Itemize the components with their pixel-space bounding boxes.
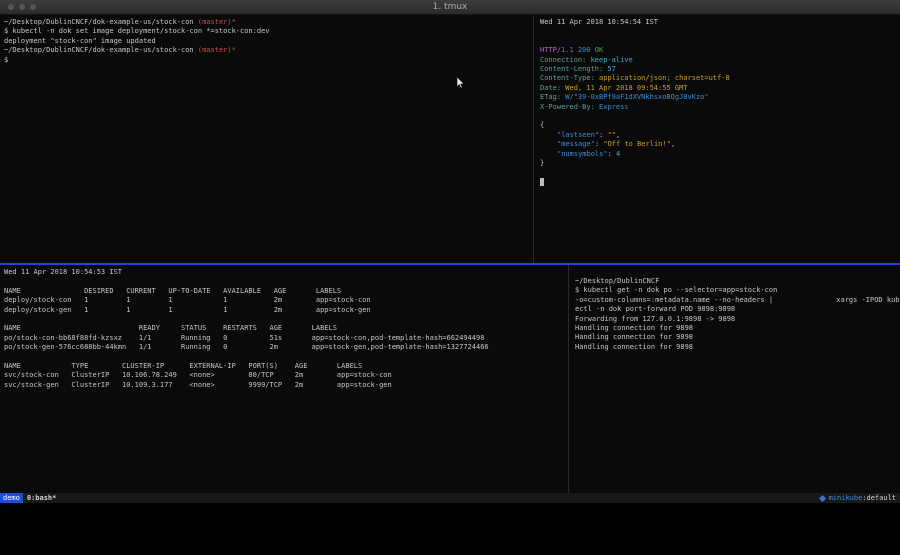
http-header-line: Connection: keep-alive: [540, 56, 900, 65]
json-open-brace: {: [540, 121, 900, 130]
header-key: ETag:: [540, 93, 561, 101]
terminal-line: po/stock-con-bb68f88fd-kzsxz 1/1 Running…: [4, 334, 568, 343]
json-field-line: "message": "Off to Berlin!",: [540, 140, 900, 149]
http-header-line: Content-Length: 57: [540, 65, 900, 74]
kube-namespace: :default: [862, 493, 896, 503]
window-title: 1. tmux: [0, 2, 900, 12]
terminal-line: NAME DESIRED CURRENT UP-TO-DATE AVAILABL…: [4, 287, 568, 296]
git-dirty-star: *: [232, 18, 236, 26]
window-titlebar[interactable]: 1. tmux: [0, 0, 900, 15]
session-name-badge[interactable]: demo: [0, 493, 23, 503]
http-status-reason: OK: [591, 46, 604, 54]
kube-context: minikube: [829, 493, 863, 503]
pane-bottom-right[interactable]: ~/Desktop/DublinCNCF$ kubectl get -n dok…: [571, 265, 900, 493]
status-right: minikube :default: [820, 493, 900, 503]
terminal-line: [4, 315, 568, 324]
prompt-path: ~/Desktop/DublinCNCF/dok-example-us/stoc…: [4, 18, 194, 26]
json-field-line: "lastseen": "",: [540, 131, 900, 140]
terminal-line: Handling connection for 9898: [575, 324, 900, 333]
terminal-line: NAME TYPE CLUSTER-IP EXTERNAL-IP PORT(S)…: [4, 362, 568, 371]
screenshot-root: { "window": { "title": "1. tmux", "traff…: [0, 0, 900, 555]
json-key: "numsymbols": [557, 150, 608, 158]
terminal-line: NAME READY STATUS RESTARTS AGE LABELS: [4, 324, 568, 333]
blank-line: [540, 112, 900, 121]
http-version: 1.1: [561, 46, 574, 54]
git-dirty-star: *: [232, 46, 236, 54]
header-value: Express: [595, 103, 629, 111]
terminal-cursor: [540, 178, 544, 186]
timestamp-line: Wed 11 Apr 2018 10:54:54 IST: [540, 18, 900, 27]
command-line: $ kubectl -n dok set image deployment/st…: [4, 27, 533, 36]
header-key: Connection:: [540, 56, 586, 64]
json-comma: ,: [671, 140, 675, 148]
window-list-item[interactable]: 0:bash*: [23, 493, 57, 503]
prompt-symbol: $: [4, 56, 533, 65]
json-value: 4: [616, 150, 620, 158]
header-value: W/"39-0xBPf9aF1dXVNkhsxoBQgJ8vKzo": [561, 93, 709, 101]
json-comma: ,: [616, 131, 620, 139]
kubectl-get-output: NAME DESIRED CURRENT UP-TO-DATE AVAILABL…: [4, 287, 568, 390]
terminal-line: po/stock-gen-576cc688bb-44kmn 1/1 Runnin…: [4, 343, 568, 352]
git-branch: (master): [194, 46, 232, 54]
http-header-line: X-Powered-By: Express: [540, 103, 900, 112]
terminal-line: Handling connection for 9898: [575, 343, 900, 352]
json-close-brace: }: [540, 159, 900, 168]
header-key: Date:: [540, 84, 561, 92]
shell-prompt-line: ~/Desktop/DublinCNCF/dok-example-us/stoc…: [4, 18, 533, 27]
http-header-line: Date: Wed, 11 Apr 2018 09:54:55 GMT: [540, 84, 900, 93]
mouse-pointer-icon: [456, 77, 465, 89]
header-value: Wed, 11 Apr 2018 09:54:55 GMT: [561, 84, 687, 92]
pane-bottom-left[interactable]: Wed 11 Apr 2018 10:54:53 IST NAME DESIRE…: [0, 265, 568, 493]
status-left: demo 0:bash*: [0, 493, 56, 503]
pane-divider-horizontal[interactable]: [0, 263, 900, 265]
terminal-line: deploy/stock-con 1 1 1 1 2m app=stock-co…: [4, 296, 568, 305]
http-status-code: 200: [574, 46, 591, 54]
blank-line: [4, 277, 568, 286]
terminal-line: Forwarding from 127.0.0.1:9898 -> 9898: [575, 315, 900, 324]
git-branch: (master): [194, 18, 232, 26]
http-header-line: ETag: W/"39-0xBPf9aF1dXVNkhsxoBQgJ8vKzo": [540, 93, 900, 102]
kubernetes-icon: [819, 494, 826, 501]
command-output: deployment "stock-con" image updated: [4, 37, 533, 46]
blank-line: [540, 27, 900, 36]
pane-divider-vertical-bottom[interactable]: [568, 265, 569, 493]
header-key: Content-Length:: [540, 65, 603, 73]
json-separator: :: [608, 150, 616, 158]
terminal-line: deploy/stock-gen 1 1 1 1 2m app=stock-ge…: [4, 306, 568, 315]
header-key: X-Powered-By:: [540, 103, 595, 111]
http-proto: HTTP/: [540, 46, 561, 54]
json-key: "lastseen": [557, 131, 599, 139]
terminal-line: -o=custom-columns=:metadata.name --no-he…: [575, 296, 900, 305]
terminal-line: svc/stock-con ClusterIP 10.106.78.249 <n…: [4, 371, 568, 380]
prompt-path: ~/Desktop/DublinCNCF/dok-example-us/stoc…: [4, 46, 194, 54]
header-value: keep-alive: [586, 56, 632, 64]
http-status-line: HTTP/1.1 200 OK: [540, 46, 900, 55]
json-field-line: "numsymbols": 4: [540, 150, 900, 159]
json-value: "Off to Berlin!": [603, 140, 670, 148]
terminal-line: ~/Desktop/DublinCNCF: [575, 277, 900, 286]
pane-top-right[interactable]: Wed 11 Apr 2018 10:54:54 IST HTTP/1.1 20…: [536, 15, 900, 263]
shell-prompt-line: ~/Desktop/DublinCNCF/dok-example-us/stoc…: [4, 46, 533, 55]
header-value: application/json; charset=utf-8: [595, 74, 730, 82]
terminal-window: 1. tmux ~/Desktop/DublinCNCF/dok-example…: [0, 0, 900, 503]
terminal-line: ectl -n dok port-forward POD 9898:9898: [575, 305, 900, 314]
header-value: 57: [603, 65, 616, 73]
blank-line: [540, 168, 900, 177]
json-separator: :: [599, 131, 607, 139]
terminal-line: $ kubectl get -n dok po --selector=app=s…: [575, 286, 900, 295]
blank-line: [540, 37, 900, 46]
json-key: "message": [557, 140, 595, 148]
pane-divider-vertical-top[interactable]: [533, 15, 534, 263]
terminal-line: svc/stock-gen ClusterIP 10.109.3.177 <no…: [4, 381, 568, 390]
timestamp-line: Wed 11 Apr 2018 10:54:53 IST: [4, 268, 568, 277]
terminal-line: Handling connection for 9898: [575, 333, 900, 342]
cursor-line: [540, 178, 900, 187]
port-forward-output: ~/Desktop/DublinCNCF$ kubectl get -n dok…: [575, 277, 900, 352]
pane-top-left[interactable]: ~/Desktop/DublinCNCF/dok-example-us/stoc…: [0, 15, 533, 263]
terminal-line: [4, 353, 568, 362]
tmux-status-bar: demo 0:bash* minikube :default: [0, 493, 900, 503]
json-value: "": [608, 131, 616, 139]
header-key: Content-Type:: [540, 74, 595, 82]
http-header-line: Content-Type: application/json; charset=…: [540, 74, 900, 83]
